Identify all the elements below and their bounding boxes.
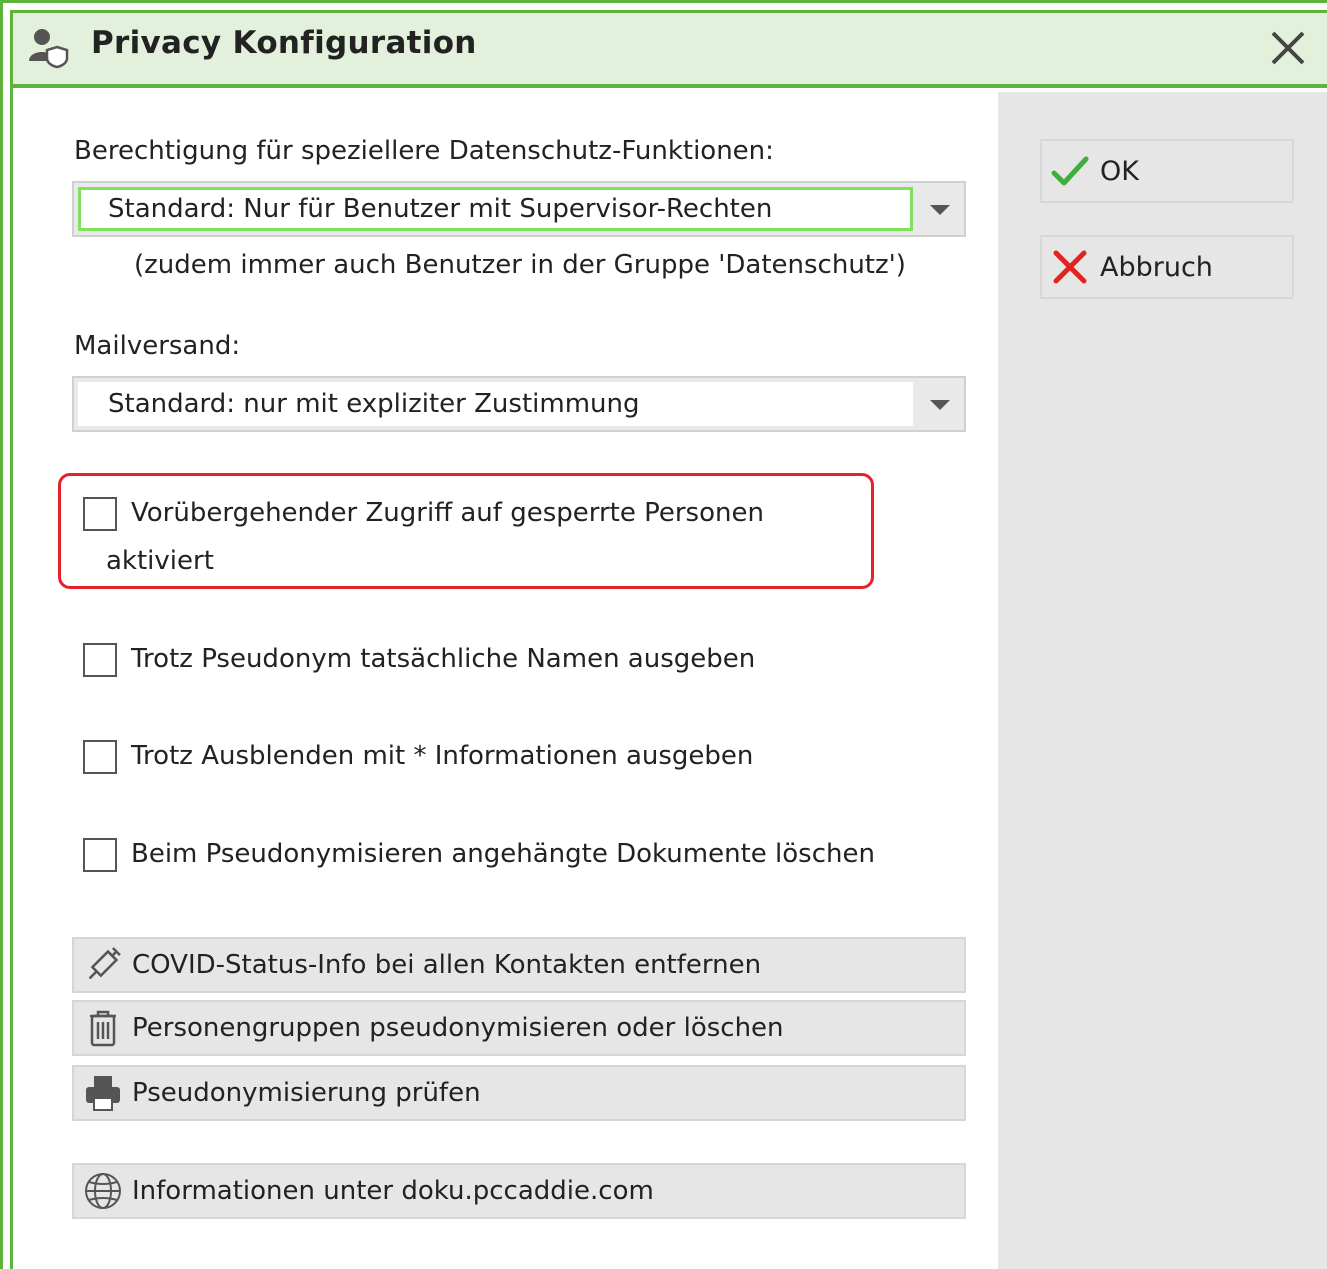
- pseudonymize-groups-button[interactable]: Personengruppen pseudonymisieren oder lö…: [72, 1000, 966, 1056]
- permission-label: Berechtigung für speziellere Datenschutz…: [74, 136, 774, 166]
- close-icon[interactable]: [1267, 27, 1309, 69]
- info-link-label: Informationen unter doku.pccaddie.com: [132, 1176, 654, 1206]
- checkmark-icon: [1051, 156, 1089, 186]
- chevron-down-icon[interactable]: [930, 205, 950, 215]
- temp-access-label-line2: aktiviert: [106, 546, 214, 576]
- check-pseudonymization-button[interactable]: Pseudonymisierung prüfen: [72, 1065, 966, 1121]
- syringe-icon: [88, 947, 121, 980]
- delete-documents-label: Beim Pseudonymisieren angehängte Dokumen…: [131, 839, 875, 869]
- chevron-down-icon[interactable]: [930, 400, 950, 410]
- pseudonymize-groups-label: Personengruppen pseudonymisieren oder lö…: [132, 1013, 784, 1043]
- temp-access-label-line1: Vorübergehender Zugriff auf gesperrte Pe…: [131, 498, 764, 528]
- permission-note: (zudem immer auch Benutzer in der Gruppe…: [134, 250, 906, 280]
- permission-select-value[interactable]: Standard: Nur für Benutzer mit Superviso…: [78, 187, 913, 231]
- delete-documents-checkbox[interactable]: [83, 838, 117, 872]
- printer-icon: [86, 1076, 120, 1111]
- real-names-checkbox[interactable]: [83, 643, 117, 677]
- window-border: [10, 88, 13, 1269]
- cancel-button[interactable]: Abbruch: [1040, 235, 1294, 299]
- title-bar: Privacy Konfiguration: [10, 10, 1327, 88]
- hidden-info-checkbox[interactable]: [83, 740, 117, 774]
- ok-button[interactable]: OK: [1040, 139, 1294, 203]
- trash-icon: [90, 1010, 116, 1047]
- hidden-info-label: Trotz Ausblenden mit * Informationen aus…: [131, 741, 754, 771]
- covid-remove-button[interactable]: COVID-Status-Info bei allen Kontakten en…: [72, 937, 966, 993]
- user-shield-icon: [29, 29, 69, 69]
- dialog-title: Privacy Konfiguration: [91, 25, 477, 61]
- temp-access-checkbox[interactable]: [83, 497, 117, 531]
- permission-select[interactable]: Standard: Nur für Benutzer mit Superviso…: [72, 181, 966, 237]
- ok-label: OK: [1100, 155, 1139, 187]
- covid-remove-label: COVID-Status-Info bei allen Kontakten en…: [132, 950, 762, 980]
- real-names-label: Trotz Pseudonym tatsächliche Namen ausge…: [131, 644, 756, 674]
- check-pseudonymization-label: Pseudonymisierung prüfen: [132, 1078, 481, 1108]
- mail-select[interactable]: Standard: nur mit expliziter Zustimmung: [72, 376, 966, 432]
- cancel-label: Abbruch: [1100, 251, 1213, 283]
- mail-label: Mailversand:: [74, 331, 241, 361]
- info-link-button[interactable]: Informationen unter doku.pccaddie.com: [72, 1163, 966, 1219]
- globe-icon: [85, 1173, 121, 1209]
- cancel-x-icon: [1053, 250, 1087, 284]
- mail-select-value[interactable]: Standard: nur mit expliziter Zustimmung: [78, 382, 913, 426]
